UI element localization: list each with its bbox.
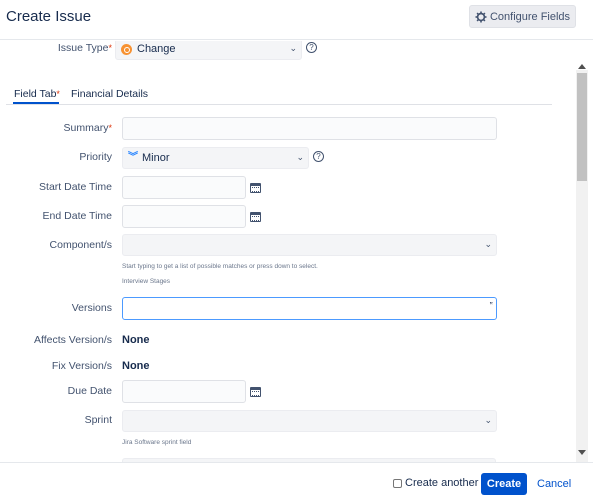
gear-icon [475, 11, 487, 22]
affects-versions-label: Affects Version/s [33, 334, 112, 346]
change-type-icon [121, 43, 132, 55]
dialog-body: Issue Type* Change ⌄ ? Field Tab* Financ… [0, 41, 593, 462]
start-date-time-input[interactable] [122, 176, 246, 199]
affects-versions-value: None [122, 334, 150, 346]
issue-type-label: Issue Type* [57, 42, 112, 54]
chevron-down-icon: ⌄ [484, 415, 492, 425]
versions-label: Versions [71, 302, 112, 314]
create-issue-dialog: Create Issue Configure Fields Issue Type… [0, 0, 593, 504]
help-icon[interactable]: ? [313, 151, 324, 162]
components-select[interactable]: ⌄ [122, 234, 497, 256]
configure-fields-button[interactable]: Configure Fields [469, 5, 576, 28]
dialog-title: Create Issue [6, 8, 92, 25]
summary-input[interactable] [122, 117, 497, 140]
chevron-down-icon: ⌄ [289, 43, 297, 53]
components-hint: Start typing to get a list of possible m… [122, 263, 318, 270]
dialog-footer: Create another Create Cancel [0, 462, 593, 504]
scrollbar-thumb[interactable] [577, 73, 587, 181]
create-another-label[interactable]: Create another [405, 477, 478, 489]
help-icon[interactable]: ? [306, 42, 317, 53]
components-sub-hint: Interview Stages [122, 278, 171, 285]
tab-field-tab[interactable]: Field Tab* [14, 88, 60, 100]
chevron-down-icon: ⌄ [296, 152, 304, 162]
start-date-time-label: Start Date Time [39, 181, 112, 193]
summary-label: Summary* [63, 122, 112, 134]
fix-versions-value: None [122, 360, 150, 372]
scroll-up-arrow-icon[interactable] [578, 64, 586, 69]
calendar-icon[interactable] [250, 387, 261, 397]
end-date-time-input[interactable] [122, 205, 246, 228]
fix-versions-label: Fix Version/s [51, 360, 112, 372]
configure-fields-label: Configure Fields [489, 10, 571, 23]
scrollbar[interactable] [576, 70, 588, 462]
issue-type-select[interactable]: Change ⌄ [115, 41, 302, 60]
required-mark: * [108, 43, 112, 53]
priority-label: Priority [79, 151, 112, 163]
priority-select[interactable]: ︾ Minor ⌄ [122, 147, 309, 169]
due-date-label: Due Date [67, 385, 112, 397]
tab-financial-details[interactable]: Financial Details [71, 88, 148, 100]
end-date-time-label: End Date Time [42, 210, 112, 222]
create-another-checkbox[interactable] [393, 479, 402, 488]
calendar-icon[interactable] [250, 183, 261, 193]
priority-minor-icon: ︾ [128, 152, 138, 163]
sprint-hint: Jira Software sprint field [122, 439, 192, 446]
tabs-divider [6, 104, 552, 105]
chevron-down-icon: ⌄ [484, 239, 492, 249]
text-cursor-icon: ‟ [489, 301, 493, 312]
issue-type-value: Change [137, 43, 176, 55]
components-label: Component/s [49, 239, 112, 251]
cancel-link[interactable]: Cancel [537, 478, 571, 490]
sprint-label: Sprint [84, 414, 112, 426]
sprint-select[interactable]: ⌄ [122, 410, 497, 432]
calendar-icon[interactable] [250, 212, 261, 222]
versions-input[interactable]: ‟ [122, 297, 497, 320]
priority-value: Minor [142, 152, 170, 164]
dialog-header: Create Issue Configure Fields [0, 0, 593, 40]
scroll-down-arrow-icon[interactable] [578, 450, 586, 455]
due-date-input[interactable] [122, 380, 246, 403]
create-button[interactable]: Create [481, 473, 527, 495]
